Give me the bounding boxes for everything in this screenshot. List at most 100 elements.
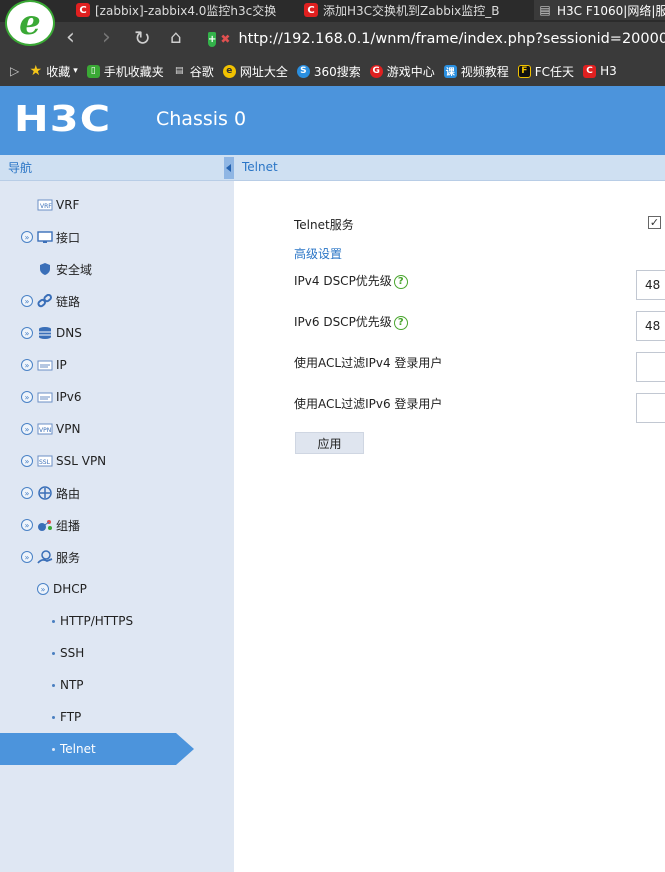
bookmark-video[interactable]: 课 视频教程: [443, 63, 509, 80]
acl-ipv4-label: 使用ACL过滤IPv4 登录用户: [294, 356, 443, 370]
bookmark-games[interactable]: G 游戏中心: [369, 63, 435, 80]
forward-icon[interactable]: ›: [102, 26, 111, 50]
svg-text:VPN: VPN: [39, 427, 51, 434]
sidebar-item-ipv6[interactable]: » IPv6: [21, 387, 82, 407]
sidebar-item-label: DNS: [56, 326, 82, 340]
apply-button[interactable]: 应用: [295, 432, 364, 454]
tab-h3c-f1060[interactable]: ▤ H3C F1060|网络|服务: [534, 0, 665, 20]
sidebar-item-label: 链路: [56, 294, 81, 309]
telnet-service-label: Telnet服务: [294, 218, 354, 232]
help-icon[interactable]: ?: [393, 274, 408, 289]
c-icon: C: [76, 3, 90, 17]
bookmark-360[interactable]: S 360搜索: [296, 63, 361, 80]
bookmark-mobile[interactable]: ▯ 手机收藏夹: [86, 63, 164, 80]
expand-icon[interactable]: »: [37, 583, 49, 595]
database-icon: [37, 326, 53, 340]
expand-icon[interactable]: »: [21, 231, 33, 243]
tab-label: 添加H3C交换机到Zabbix监控_B: [323, 3, 500, 18]
bookmarks-bar: ▷ ★ 收藏 ▾ ▯ 手机收藏夹 ▤ 谷歌 e 网址大全 S 360搜索 G 游…: [0, 58, 665, 84]
sidebar-item-ntp[interactable]: NTP: [52, 675, 84, 695]
sidebar-item-dns[interactable]: » DNS: [21, 323, 82, 343]
doc-icon: ▤: [175, 66, 184, 76]
sidebar-item-label: 安全域: [56, 262, 93, 277]
ipv6-dscp-input[interactable]: 48: [636, 311, 665, 341]
expand-icon[interactable]: »: [21, 487, 33, 499]
doc-icon: ▤: [539, 3, 551, 17]
expand-icon[interactable]: »: [21, 359, 33, 371]
sidebar-item-security-zone[interactable]: 安全域: [37, 259, 92, 279]
acl-ipv6-input[interactable]: [636, 393, 665, 423]
sidebar-item-interface[interactable]: » 接口: [21, 227, 80, 247]
telnet-service-checkbox[interactable]: ✓: [648, 216, 661, 229]
sidebar-item-telnet[interactable]: Telnet: [52, 739, 96, 759]
security-shield-icon: +: [208, 31, 217, 47]
expand-icon[interactable]: »: [21, 295, 33, 307]
vpn-icon: VPN: [37, 422, 53, 436]
expand-icon[interactable]: »: [21, 423, 33, 435]
ipv6-icon: [37, 390, 53, 404]
sidebar-title: 导航: [8, 161, 33, 175]
sidebar-item-ip[interactable]: » IP: [21, 355, 67, 375]
ipv6-dscp-label-text: IPv6 DSCP优先级: [294, 315, 392, 329]
url-text: http://192.168.0.1/wnm/frame/index.php?s…: [238, 31, 665, 47]
bookmark-fc[interactable]: F FC任天: [517, 63, 574, 80]
sidebar-toggle-icon[interactable]: ▷: [10, 64, 19, 78]
bookmark-favorites[interactable]: ★ 收藏 ▾: [29, 63, 77, 80]
video-icon: 课: [443, 64, 457, 78]
sidebar-item-ftp[interactable]: FTP: [52, 707, 81, 727]
sidebar-item-http-https[interactable]: HTTP/HTTPS: [52, 611, 133, 631]
collapse-sidebar-button[interactable]: [224, 157, 234, 179]
reload-icon[interactable]: ↻: [134, 26, 151, 50]
acl-ipv6-label: 使用ACL过滤IPv6 登录用户: [294, 397, 443, 411]
vrf-icon: VRF: [37, 198, 53, 212]
back-icon[interactable]: ‹: [66, 26, 75, 50]
sidebar-item-label: 路由: [56, 486, 81, 501]
bookmark-h3[interactable]: C H3: [583, 64, 617, 78]
sidebar-item-multicast[interactable]: » 组播: [21, 515, 80, 535]
ipv4-dscp-label-text: IPv4 DSCP优先级: [294, 274, 392, 288]
home-icon[interactable]: ⌂: [170, 26, 181, 50]
tab-zabbix[interactable]: C [zabbix]-zabbix4.0监控h3c交换: [72, 0, 294, 20]
tab-label: [zabbix]-zabbix4.0监控h3c交换: [95, 3, 277, 18]
acl-ipv4-input[interactable]: [636, 352, 665, 382]
address-bar[interactable]: + ✖ http://192.168.0.1/wnm/frame/index.p…: [208, 26, 665, 52]
bullet-icon: [52, 715, 55, 719]
sidebar-item-vpn[interactable]: » VPN VPN: [21, 419, 80, 439]
bookmark-label: 360搜索: [313, 64, 361, 79]
bullet-icon: [52, 683, 55, 687]
bullet-icon: [52, 651, 55, 655]
sidebar-item-vrf[interactable]: VRF VRF: [37, 195, 79, 215]
bookmark-label: 谷歌: [189, 64, 214, 79]
expand-icon[interactable]: »: [21, 327, 33, 339]
address-row: ‹ › ↻ ⌂ + ✖ http://192.168.0.1/wnm/frame…: [60, 22, 665, 56]
expand-icon[interactable]: »: [21, 455, 33, 467]
sidebar-item-ssh[interactable]: SSH: [52, 643, 84, 663]
main-panel-header: Telnet: [234, 155, 665, 181]
bookmark-google[interactable]: ▤ 谷歌: [173, 63, 214, 80]
cert-warning-icon[interactable]: ✖: [220, 32, 230, 46]
browser-logo-icon[interactable]: e: [5, 0, 55, 46]
panel-title: Telnet: [242, 160, 278, 174]
link-icon: [37, 294, 53, 308]
bookmark-hao[interactable]: e 网址大全: [222, 63, 288, 80]
expand-icon[interactable]: »: [21, 519, 33, 531]
sidebar-item-service[interactable]: » 服务: [21, 547, 80, 567]
collapse-icon[interactable]: »: [21, 551, 33, 563]
sidebar-item-dhcp[interactable]: » DHCP: [37, 579, 87, 599]
c-icon: C: [304, 3, 318, 17]
sidebar-item-label: FTP: [60, 710, 82, 724]
sidebar-item-label: IP: [56, 358, 67, 372]
sidebar-item-label: DHCP: [53, 582, 87, 596]
expand-icon[interactable]: »: [21, 391, 33, 403]
sidebar-item-route[interactable]: » 路由: [21, 483, 80, 503]
sidebar-item-link[interactable]: » 链路: [21, 291, 80, 311]
help-icon[interactable]: ?: [393, 315, 408, 330]
tab-add-h3c[interactable]: C 添加H3C交换机到Zabbix监控_B: [300, 0, 528, 20]
360-icon: S: [296, 64, 310, 78]
advanced-settings-link[interactable]: 高级设置: [294, 245, 342, 262]
interface-icon: [37, 230, 53, 244]
sidebar-item-ssl-vpn[interactable]: » SSL SSL VPN: [21, 451, 106, 471]
ipv4-dscp-input[interactable]: 48: [636, 270, 665, 300]
tab-label: H3C F1060|网络|服务: [557, 3, 665, 18]
globe-icon: e: [222, 64, 236, 78]
